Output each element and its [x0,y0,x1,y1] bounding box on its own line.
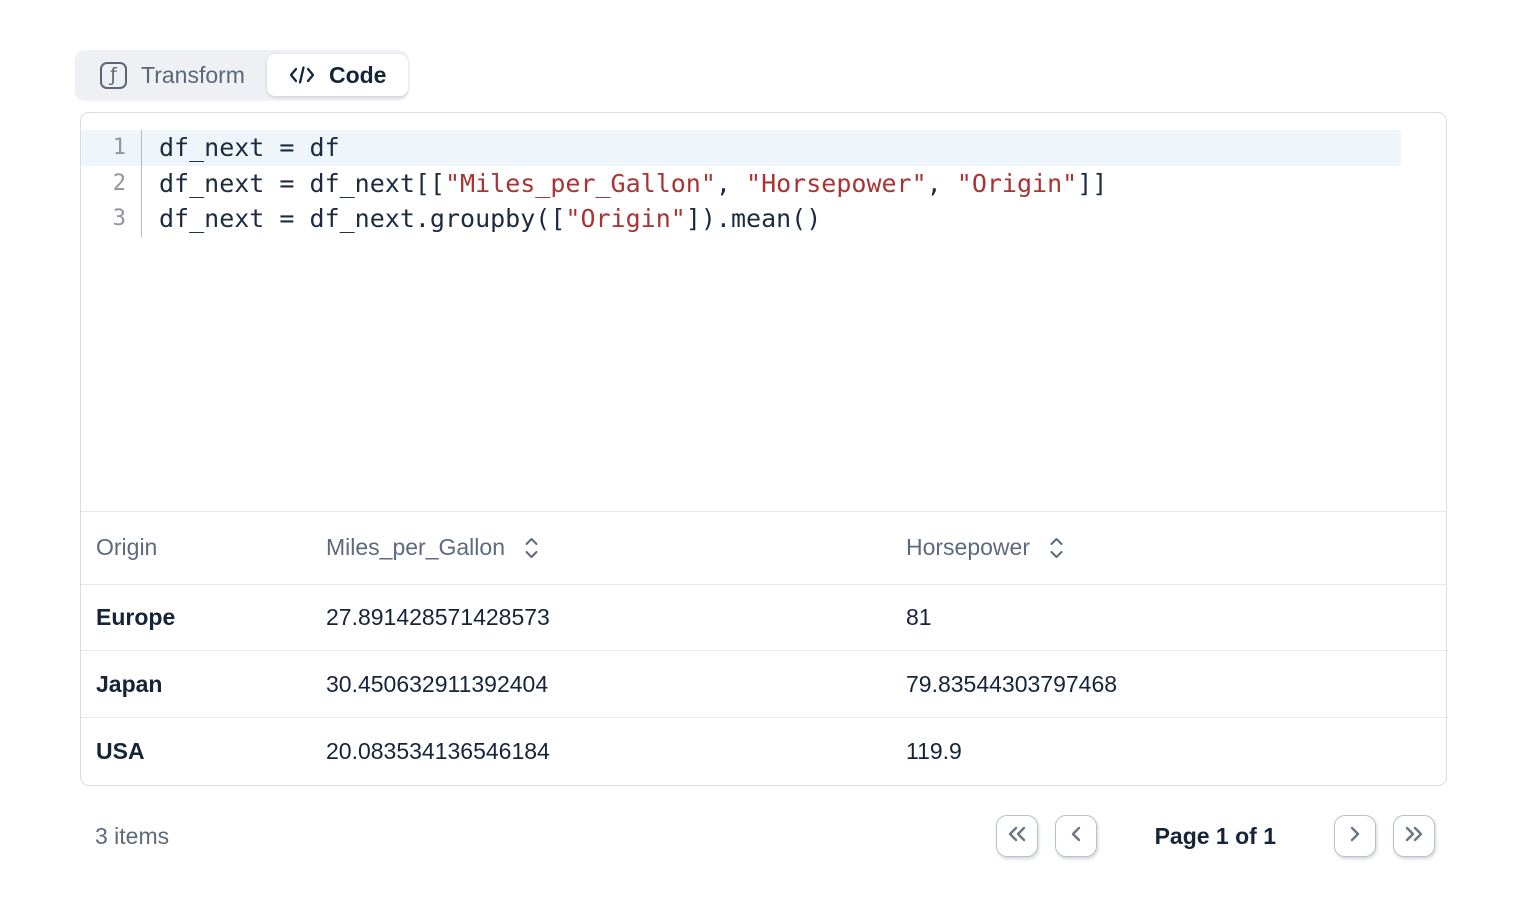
pagination: Page 1 of 1 [996,815,1435,857]
chevron-right-icon [1345,824,1365,849]
cell-horsepower: 81 [906,604,1446,631]
code-line-content: df_next = df_next.groupby(["Origin"]).me… [142,201,821,237]
tab-transform-label: Transform [141,62,245,89]
table-footer: 3 items Page 1 of 1 [80,786,1447,876]
code-line-1[interactable]: 1 df_next = df [81,130,1401,166]
column-header-miles-per-gallon: Miles_per_Gallon [326,534,906,561]
code-brackets-icon [289,64,315,86]
items-count: 3 items [95,823,169,850]
table-row: Japan 30.450632911392404 79.835443037974… [81,651,1446,718]
tab-code[interactable]: Code [267,54,409,96]
previous-page-button[interactable] [1055,815,1097,857]
code-editor[interactable]: 1 df_next = df 2 df_next = df_next[["Mil… [81,113,1446,512]
page-indicator: Page 1 of 1 [1155,823,1276,850]
line-number: 2 [81,166,142,202]
double-chevron-right-icon [1402,824,1426,849]
last-page-button[interactable] [1393,815,1435,857]
chevron-left-icon [1066,824,1086,849]
cell-horsepower: 119.9 [906,738,1446,765]
cell-miles-per-gallon: 27.891428571428573 [326,604,906,631]
table-row: USA 20.083534136546184 119.9 [81,718,1446,785]
code-line-2[interactable]: 2 df_next = df_next[["Miles_per_Gallon",… [81,166,1401,202]
code-line-content: df_next = df [142,130,340,166]
code-line-content: df_next = df_next[["Miles_per_Gallon", "… [142,166,1107,202]
double-chevron-left-icon [1005,824,1029,849]
cell-miles-per-gallon: 20.083534136546184 [326,738,906,765]
view-mode-tabbar: ƒ Transform Code [75,50,408,100]
cell-origin: Japan [96,671,326,698]
table-row: Europe 27.891428571428573 81 [81,585,1446,652]
tab-transform[interactable]: ƒ Transform [78,54,267,96]
column-header-horsepower: Horsepower [906,534,1446,561]
function-icon: ƒ [100,62,127,89]
code-line-3[interactable]: 3 df_next = df_next.groupby(["Origin"]).… [81,201,1401,237]
cell-miles-per-gallon: 30.450632911392404 [326,671,906,698]
next-page-button[interactable] [1334,815,1376,857]
line-number: 1 [81,130,142,166]
transform-panel: 1 df_next = df 2 df_next = df_next[["Mil… [80,112,1447,786]
column-header-origin: Origin [96,534,326,561]
cell-horsepower: 79.83544303797468 [906,671,1446,698]
tab-code-label: Code [329,62,387,89]
sort-up-down-icon[interactable] [1047,535,1066,561]
cell-origin: USA [96,738,326,765]
first-page-button[interactable] [996,815,1038,857]
sort-up-down-icon[interactable] [522,535,541,561]
cell-origin: Europe [96,604,326,631]
line-number: 3 [81,201,142,237]
table-header-row: Origin Miles_per_Gallon Horsepower [81,512,1446,585]
